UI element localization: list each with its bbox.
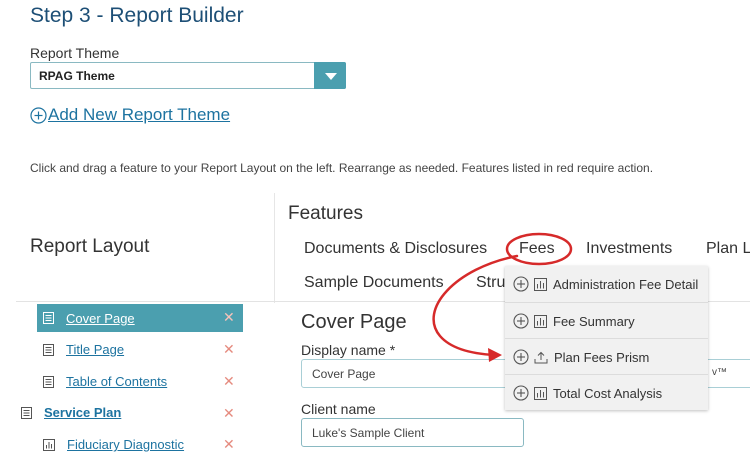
instructions-text: Click and drag a feature to your Report …	[30, 161, 654, 175]
layout-item-cover-page[interactable]: Cover Page	[37, 304, 243, 332]
fees-menu-item-total-cost-analysis[interactable]: Total Cost Analysis	[505, 374, 708, 411]
report-theme-value: RPAG Theme	[39, 69, 115, 83]
fees-dropdown-menu: Administration Fee Detail Fee Summary Pl…	[505, 266, 708, 410]
layout-item-label: Cover Page	[66, 310, 135, 326]
bar-chart-icon	[43, 438, 55, 451]
remove-cover-page-button[interactable]: ✕	[223, 309, 235, 326]
tab-fees[interactable]: Fees	[519, 240, 555, 258]
document-icon	[43, 375, 54, 388]
layout-item-label: Service Plan	[44, 405, 122, 420]
remove-table-of-contents-button[interactable]: ✕	[223, 373, 235, 390]
plus-circle-icon[interactable]	[513, 313, 529, 329]
layout-item-fiduciary-diagnostic[interactable]: Fiduciary Diagnostic	[43, 437, 184, 452]
tab-investments[interactable]: Investments	[586, 240, 672, 258]
layout-item-title-page[interactable]: Title Page	[43, 342, 124, 357]
tab-sample-documents[interactable]: Sample Documents	[304, 274, 444, 292]
upload-icon	[534, 351, 548, 363]
fees-menu-item-plan-fees-prism[interactable]: Plan Fees Prism	[505, 338, 708, 375]
client-name-label: Client name	[301, 401, 376, 417]
layout-item-label: Table of Contents	[66, 374, 168, 389]
bar-chart-icon	[534, 277, 547, 291]
client-name-input[interactable]	[301, 418, 524, 447]
chevron-down-icon[interactable]	[314, 62, 346, 89]
fees-menu-item-administration-fee-detail[interactable]: Administration Fee Detail	[505, 266, 708, 302]
page-title: Step 3 - Report Builder	[30, 4, 244, 27]
plus-circle-icon	[30, 106, 47, 124]
report-layout-title: Report Layout	[30, 236, 150, 257]
display-name-label: Display name *	[301, 342, 396, 358]
add-report-theme-link[interactable]: Add New Report Theme	[30, 105, 230, 125]
layout-item-service-plan[interactable]: Service Plan	[21, 405, 121, 420]
bar-chart-icon	[534, 386, 547, 400]
fees-menu-item-label: Plan Fees Prism	[554, 349, 650, 365]
features-title: Features	[288, 203, 363, 224]
plus-circle-icon[interactable]	[513, 385, 529, 401]
report-theme-select[interactable]: RPAG Theme	[30, 62, 346, 89]
report-theme-label: Report Theme	[30, 45, 120, 61]
trademark-text: v™	[712, 367, 727, 378]
document-icon	[43, 343, 54, 356]
plus-circle-icon[interactable]	[513, 349, 529, 365]
plus-circle-icon[interactable]	[513, 276, 529, 292]
remove-title-page-button[interactable]: ✕	[223, 341, 235, 358]
remove-fiduciary-diagnostic-button[interactable]: ✕	[223, 436, 235, 453]
detail-title: Cover Page	[301, 311, 407, 333]
fees-menu-item-label: Fee Summary	[553, 313, 635, 329]
panel-divider	[274, 193, 275, 303]
bar-chart-icon	[534, 314, 547, 328]
layout-item-label: Title Page	[66, 342, 125, 357]
document-icon	[43, 312, 54, 324]
tab-plan-l[interactable]: Plan L	[706, 240, 750, 258]
layout-item-table-of-contents[interactable]: Table of Contents	[43, 374, 167, 389]
tab-stru[interactable]: Stru	[476, 274, 505, 292]
layout-item-label: Fiduciary Diagnostic	[67, 437, 185, 452]
fees-menu-item-fee-summary[interactable]: Fee Summary	[505, 302, 708, 339]
fees-menu-item-label: Administration Fee Detail	[553, 276, 699, 292]
fees-menu-item-label: Total Cost Analysis	[553, 385, 663, 401]
remove-service-plan-button[interactable]: ✕	[223, 405, 235, 422]
document-icon	[21, 406, 32, 419]
tab-documents-disclosures[interactable]: Documents & Disclosures	[304, 240, 487, 258]
add-report-theme-label: Add New Report Theme	[48, 105, 231, 124]
